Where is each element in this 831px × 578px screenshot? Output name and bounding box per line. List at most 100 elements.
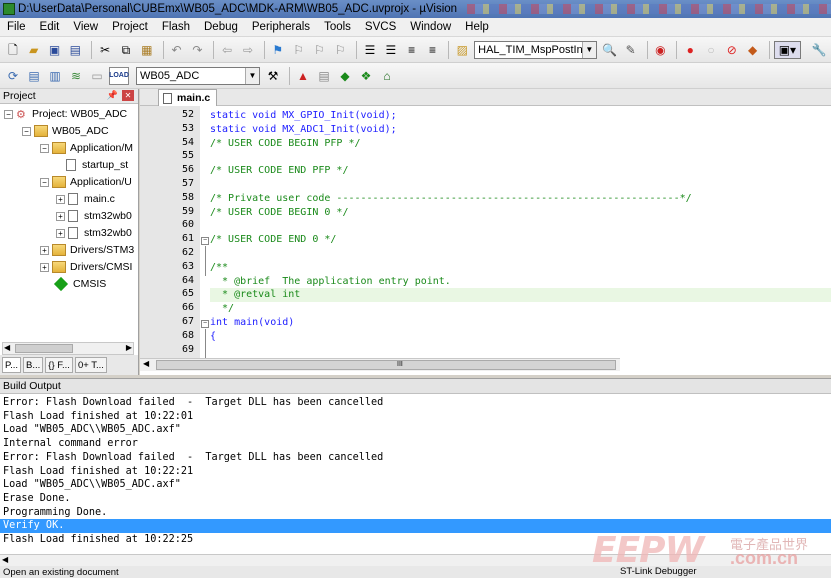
save-all-icon[interactable]: ▤ <box>66 41 84 59</box>
copy-icon[interactable]: ⧉ <box>117 41 135 59</box>
build-icon[interactable]: ▤ <box>25 67 43 85</box>
tools-icon[interactable]: 🔧 <box>810 41 828 59</box>
find-icon[interactable]: 🔍 <box>601 41 619 59</box>
chevron-down-icon[interactable]: ▼ <box>581 41 596 58</box>
tab-templates[interactable]: 0+ T... <box>74 357 107 373</box>
build-output-line[interactable]: Load "WB05_ADC\\WB05_ADC.axf" <box>0 423 831 437</box>
debug-session-icon[interactable]: ◉ <box>652 41 670 59</box>
tab-functions[interactable]: {} F... <box>45 357 73 373</box>
build-output-line[interactable]: Erase Done. <box>0 492 831 506</box>
load-button[interactable]: LOAD <box>109 66 129 85</box>
collapse-icon[interactable]: − <box>4 109 13 119</box>
scroll-right-icon[interactable]: ▶ <box>126 343 132 352</box>
scroll-left-icon[interactable]: ◀ <box>143 359 149 368</box>
comment-icon[interactable]: ≡ <box>403 41 421 59</box>
menu-help[interactable]: Help <box>458 21 496 33</box>
function-combo[interactable]: HAL_TIM_MspPostInit ▼ <box>474 40 597 59</box>
collapse-icon[interactable]: − <box>22 126 31 136</box>
bookmark-prev-icon[interactable]: ⚐ <box>290 41 308 59</box>
tree-item-group[interactable]: − Application/U <box>40 174 132 190</box>
expand-icon[interactable]: + <box>40 262 49 272</box>
menu-project[interactable]: Project <box>105 21 155 33</box>
pack-installer-icon[interactable]: ◆ <box>336 67 354 85</box>
expand-icon[interactable]: + <box>56 194 65 204</box>
close-icon[interactable]: ✕ <box>122 90 134 101</box>
menu-peripherals[interactable]: Peripherals <box>245 21 317 33</box>
nav-back-icon[interactable]: ⇦ <box>218 41 236 59</box>
find-in-files-icon[interactable]: ▨ <box>453 41 471 59</box>
menu-edit[interactable]: Edit <box>33 21 67 33</box>
bookmark-icon[interactable]: ⚑ <box>269 41 287 59</box>
build-output-line[interactable]: Internal command error <box>0 437 831 451</box>
bookmark-next-icon[interactable]: ⚐ <box>311 41 329 59</box>
fold-toggle-icon[interactable]: − <box>201 320 209 328</box>
config-wizard-icon[interactable]: ◆ <box>744 41 762 59</box>
project-hscrollbar[interactable]: ◀ ▶ <box>2 342 134 355</box>
build-output-line[interactable]: Programming Done. <box>0 506 831 520</box>
paste-icon[interactable]: ▦ <box>138 41 156 59</box>
redo-icon[interactable]: ↷ <box>188 41 206 59</box>
build-output-line[interactable]: Flash Load finished at 10:22:21 <box>0 465 831 479</box>
open-folder-icon[interactable]: ▰ <box>25 41 43 59</box>
uncomment-icon[interactable]: ≡ <box>424 41 442 59</box>
new-file-icon[interactable]: 🗋 <box>4 41 22 59</box>
rebuild-icon[interactable]: ▥ <box>46 67 64 85</box>
menu-svcs[interactable]: SVCS <box>358 21 403 33</box>
fold-toggle-icon[interactable]: − <box>201 237 209 245</box>
target-options-icon[interactable]: ⚒ <box>264 67 282 85</box>
file-extensions-icon[interactable]: ▤ <box>315 67 333 85</box>
tree-item-group[interactable]: − Application/M <box>40 140 133 156</box>
tab-main-c[interactable]: main.c <box>158 89 218 106</box>
menu-tools[interactable]: Tools <box>317 21 358 33</box>
build-output-line[interactable]: Error: Flash Download failed - Target DL… <box>0 451 831 465</box>
editor-hscrollbar[interactable]: ◀ III <box>140 358 620 371</box>
run-time-env-icon[interactable]: ⌂ <box>378 67 396 85</box>
menu-flash[interactable]: Flash <box>155 21 197 33</box>
window-layout-icon[interactable]: ▣▾ <box>773 40 802 59</box>
chevron-down-icon[interactable]: ▼ <box>245 67 259 84</box>
tree-item-file[interactable]: + main.c <box>56 191 115 207</box>
tree-item-file[interactable]: + stm32wb0 <box>56 208 132 224</box>
build-output-line[interactable]: Flash Load finished at 10:22:01 <box>0 410 831 424</box>
collapse-icon[interactable]: − <box>40 143 49 153</box>
tree-item-group[interactable]: + Drivers/CMSI <box>40 259 132 275</box>
undo-icon[interactable]: ↶ <box>168 41 186 59</box>
tab-project[interactable]: P... <box>2 357 22 373</box>
cut-icon[interactable]: ✂ <box>96 41 114 59</box>
tree-item-target[interactable]: − WB05_ADC <box>22 123 109 139</box>
scroll-thumb[interactable]: III <box>156 360 616 370</box>
unindent-icon[interactable]: ☰ <box>382 41 400 59</box>
build-output-line[interactable]: Load "WB05_ADC\\WB05_ADC.axf" <box>0 478 831 492</box>
breakpoint-icon[interactable]: ● <box>681 41 699 59</box>
code-area[interactable]: static void MX_GPIO_Init(void); static vo… <box>210 106 831 358</box>
scroll-left-icon[interactable]: ◀ <box>4 343 10 352</box>
manage-project-icon[interactable]: ▲ <box>294 67 312 85</box>
tree-item-project[interactable]: − ⚙ Project: WB05_ADC <box>4 106 127 122</box>
stop-build-icon[interactable]: ▭ <box>88 67 106 85</box>
bookmark-clear-icon[interactable]: ⚐ <box>331 41 349 59</box>
tab-books[interactable]: B... <box>23 357 44 373</box>
nav-forward-icon[interactable]: ⇨ <box>239 41 257 59</box>
scroll-thumb[interactable] <box>15 344 73 353</box>
menu-debug[interactable]: Debug <box>197 21 245 33</box>
menu-window[interactable]: Window <box>403 21 458 33</box>
select-packs-icon[interactable]: ❖ <box>357 67 375 85</box>
expand-icon[interactable]: + <box>56 228 65 238</box>
pin-icon[interactable]: 📌 <box>107 90 118 101</box>
build-output-line[interactable]: Error: Flash Download failed - Target DL… <box>0 396 831 410</box>
tree-item-component[interactable]: CMSIS <box>53 276 106 292</box>
tree-item-file[interactable]: + stm32wb0 <box>56 225 132 241</box>
breakpoint-disable-icon[interactable]: ○ <box>702 41 720 59</box>
save-icon[interactable]: ▣ <box>46 41 64 59</box>
expand-icon[interactable]: + <box>56 211 65 221</box>
menu-file[interactable]: File <box>0 21 33 33</box>
breakpoint-kill-icon[interactable]: ⊘ <box>723 41 741 59</box>
tree-item-file[interactable]: startup_st <box>66 157 128 173</box>
collapse-icon[interactable]: − <box>40 177 49 187</box>
tree-item-group[interactable]: + Drivers/STM3 <box>40 242 134 258</box>
translate-icon[interactable]: ⟳ <box>4 67 22 85</box>
indent-icon[interactable]: ☰ <box>361 41 379 59</box>
menu-view[interactable]: View <box>66 21 105 33</box>
expand-icon[interactable]: + <box>40 245 49 255</box>
target-combo[interactable]: WB05_ADC ▼ <box>136 66 260 85</box>
